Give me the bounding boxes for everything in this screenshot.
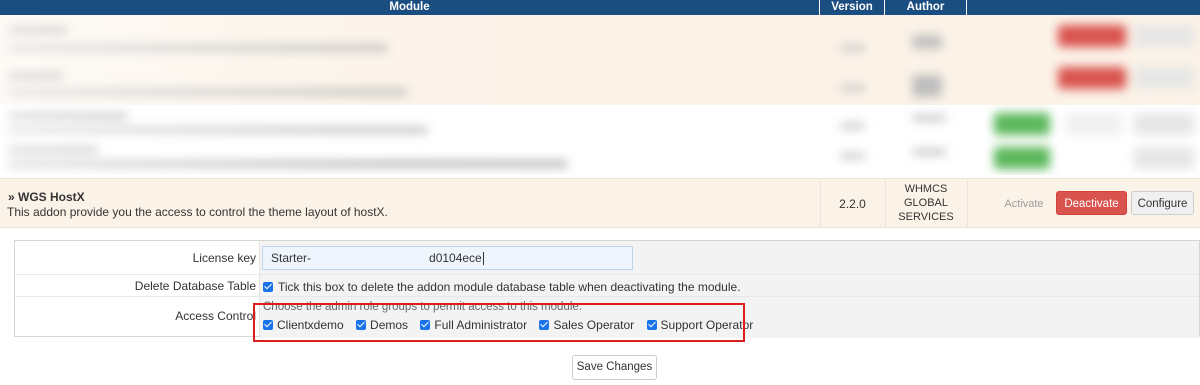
license-key-row: License key Starter-d0104ece [15, 241, 1199, 275]
author-line: WHMCS [904, 183, 948, 195]
blurred-module-rows-top [0, 15, 1200, 105]
annotation-highlight-box [253, 303, 745, 342]
license-key-value-start: Starter- [271, 251, 312, 265]
author-line: GLOBAL [903, 197, 949, 209]
save-changes-button[interactable]: Save Changes [572, 355, 657, 380]
author-line: SERVICES [898, 211, 954, 223]
module-row-wgs-hostx: » WGS HostX This addon provide you the a… [0, 178, 1200, 228]
configure-button[interactable]: Configure [1131, 191, 1194, 215]
delete-db-checkbox[interactable] [263, 281, 273, 292]
license-key-value-end: d0104ece [429, 251, 482, 265]
delete-db-label: Delete Database Table [134, 279, 256, 293]
column-header-module: Module [0, 0, 820, 15]
module-author: WHMCS GLOBAL SERVICES [885, 182, 967, 224]
column-header-version: Version [820, 0, 885, 15]
modules-table-header: Module Version Author [0, 0, 1200, 15]
column-header-actions [967, 0, 1200, 15]
delete-db-text: Tick this box to delete the addon module… [278, 279, 741, 294]
blurred-module-rows-bottom [0, 105, 1200, 175]
module-name: » WGS HostX [8, 190, 85, 204]
activate-button[interactable]: Activate [998, 193, 1050, 215]
text-cursor [482, 252, 484, 266]
license-key-input[interactable]: Starter-d0104ece [262, 246, 633, 270]
module-description: This addon provide you the access to con… [7, 205, 388, 219]
deactivate-button[interactable]: Deactivate [1056, 191, 1127, 215]
column-header-author: Author [885, 0, 967, 15]
module-version: 2.2.0 [839, 197, 866, 211]
access-control-label: Access Control [175, 309, 256, 323]
delete-db-row: Delete Database Table Tick this box to d… [15, 275, 1199, 297]
license-key-label: License key [192, 251, 256, 265]
